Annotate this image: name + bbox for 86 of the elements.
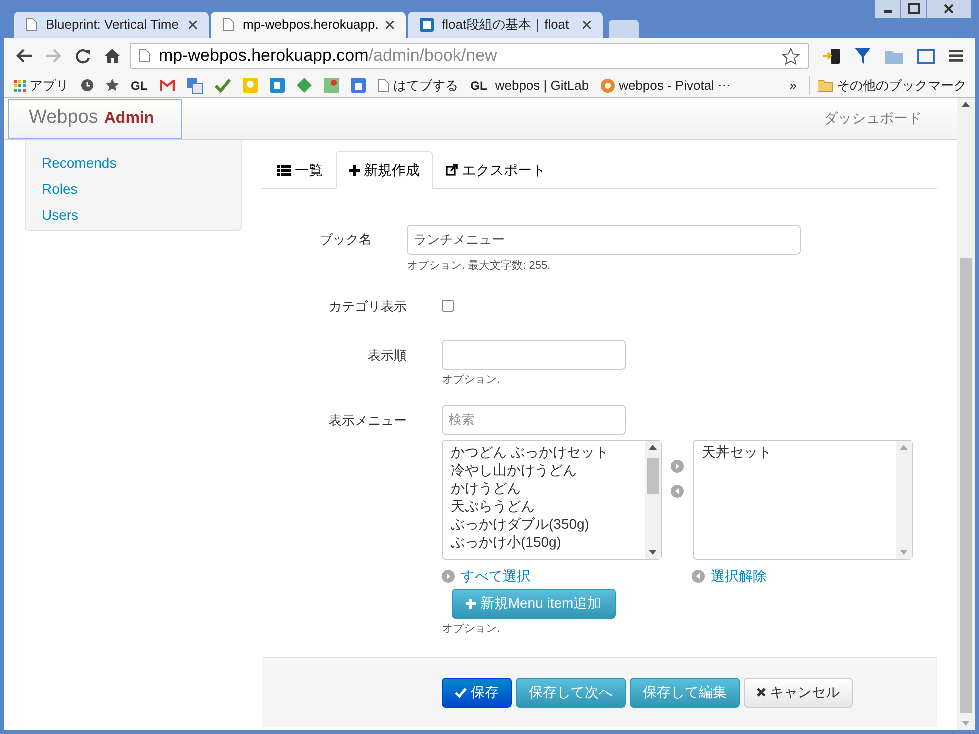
list-option[interactable]: 天丼セット bbox=[702, 442, 896, 460]
checkmark-icon[interactable] bbox=[214, 78, 231, 92]
back-icon[interactable] bbox=[16, 49, 32, 63]
brand-link[interactable]: Webpos Admin bbox=[8, 98, 182, 138]
check-icon bbox=[455, 688, 467, 698]
bookmark[interactable]: アプリ bbox=[14, 76, 69, 96]
sidebar-link[interactable]: Roles bbox=[42, 180, 241, 198]
help-text: オプション. 最大文字数: 255. bbox=[407, 258, 552, 274]
minimize-icon[interactable] bbox=[875, 0, 901, 18]
browser-tab[interactable]: mp-webpos.herokuapp. bbox=[211, 12, 406, 38]
text-field[interactable]: ランチメニュー bbox=[407, 225, 801, 255]
close-icon[interactable] bbox=[386, 21, 394, 29]
tab[interactable]: 一覧 bbox=[264, 151, 336, 189]
browser-tab[interactable]: Blueprint: Vertical Time bbox=[14, 12, 209, 38]
tab-title: float段組の基本｜float bbox=[442, 16, 570, 34]
field-label: 表示メニュー bbox=[328, 412, 408, 430]
page-icon bbox=[223, 18, 235, 32]
close-icon[interactable] bbox=[583, 21, 591, 29]
list-option[interactable]: ぶっかけダブル(350g) bbox=[451, 514, 645, 532]
text-field[interactable] bbox=[442, 340, 626, 370]
star-icon[interactable] bbox=[106, 79, 119, 92]
selected-list[interactable]: 天丼セット bbox=[693, 440, 913, 560]
page-icon bbox=[139, 49, 151, 63]
bookmark[interactable]: webpos - Pivotal ⋯ bbox=[601, 76, 732, 96]
home-icon[interactable] bbox=[105, 49, 120, 63]
action-button[interactable]: 保存 bbox=[442, 678, 512, 708]
plus-icon bbox=[466, 598, 476, 608]
action-button[interactable]: キャンセル bbox=[744, 678, 853, 708]
arrow-right-icon[interactable] bbox=[442, 570, 455, 582]
list-option[interactable]: かつどん ぶっかけセット bbox=[451, 442, 645, 460]
close-icon[interactable] bbox=[189, 21, 197, 29]
scroll-thumb[interactable] bbox=[960, 258, 972, 713]
screen-icon[interactable] bbox=[917, 48, 935, 64]
deselect-link[interactable]: 選択解除 bbox=[692, 566, 767, 586]
select-all-link[interactable]: すべて選択 bbox=[442, 566, 692, 586]
search-field[interactable]: 検索 bbox=[442, 404, 626, 434]
help-text: オプション. bbox=[442, 372, 502, 388]
bookmark[interactable]: はてブする bbox=[378, 76, 459, 96]
clock-icon[interactable] bbox=[81, 79, 94, 92]
scroll-up-arrow-icon[interactable] bbox=[649, 444, 657, 450]
help-text: オプション. bbox=[442, 622, 502, 636]
bookmark[interactable]: GL webpos | GitLab bbox=[470, 76, 590, 96]
mail-icon[interactable] bbox=[160, 80, 175, 92]
plus-icon bbox=[349, 164, 360, 176]
bookmark[interactable]: GL bbox=[131, 76, 148, 94]
browser-tab[interactable]: float段組の基本｜float bbox=[408, 12, 603, 38]
close-icon[interactable] bbox=[927, 0, 971, 18]
available-list[interactable]: かつどん ぶっかけセット 冷やし山かけうどん かけうどん 天ぷらうどん ぶっかけダブル(350g) ぶっかけ小(150g) bbox=[442, 440, 662, 560]
arrow-left-icon[interactable] bbox=[692, 570, 705, 582]
address-bar[interactable]: mp-webpos.herokuapp.com/admin/book/new bbox=[130, 43, 809, 69]
sidebar-link[interactable]: Recomends bbox=[42, 154, 241, 172]
scroll-thumb[interactable] bbox=[647, 458, 659, 494]
move-right-icon[interactable] bbox=[671, 460, 684, 472]
field-label: カテゴリ表示 bbox=[328, 298, 408, 316]
maximize-icon[interactable] bbox=[901, 0, 927, 18]
reload-icon[interactable] bbox=[76, 48, 91, 64]
tab-title: Blueprint: Vertical Time bbox=[46, 16, 180, 34]
nav-link[interactable]: ダッシュボード bbox=[824, 108, 922, 129]
sidebar-link[interactable]: Users bbox=[42, 206, 241, 224]
field-label: ブック名 bbox=[319, 231, 373, 249]
folder-icon bbox=[818, 80, 833, 92]
page-icon bbox=[26, 18, 38, 32]
tab[interactable]: エクスポート bbox=[433, 151, 559, 189]
apps-grid-icon bbox=[14, 80, 26, 92]
menu-icon[interactable] bbox=[949, 50, 963, 62]
bookmark-folder[interactable]: その他のブックマーク bbox=[809, 76, 967, 96]
x-icon bbox=[757, 688, 766, 697]
share-icon bbox=[446, 164, 458, 176]
more-bookmarks-button[interactable]: » bbox=[790, 76, 797, 96]
list-icon bbox=[277, 164, 291, 176]
scroll-down-arrow-icon[interactable] bbox=[649, 550, 657, 554]
star-icon[interactable] bbox=[782, 48, 800, 64]
list-option[interactable]: 冷やし山かけうどん bbox=[451, 460, 645, 478]
tab-title: mp-webpos.herokuapp. bbox=[243, 16, 378, 34]
url-text: mp-webpos.herokuapp.com/admin/book/new bbox=[159, 45, 498, 68]
page-icon bbox=[378, 78, 390, 92]
tab[interactable]: 新規作成 bbox=[336, 151, 433, 189]
field-label: 表示順 bbox=[367, 347, 408, 365]
checkbox[interactable] bbox=[442, 300, 454, 312]
list-option[interactable]: ぶっかけ小(150g) bbox=[451, 532, 645, 550]
list-option[interactable]: かけうどん bbox=[451, 478, 645, 496]
scroll-up-arrow-icon[interactable] bbox=[962, 102, 970, 107]
list-option[interactable]: 天ぷらうどん bbox=[451, 496, 645, 514]
move-left-icon[interactable] bbox=[671, 484, 684, 498]
funnel-icon[interactable] bbox=[855, 48, 871, 64]
phone-icon[interactable] bbox=[823, 47, 841, 65]
